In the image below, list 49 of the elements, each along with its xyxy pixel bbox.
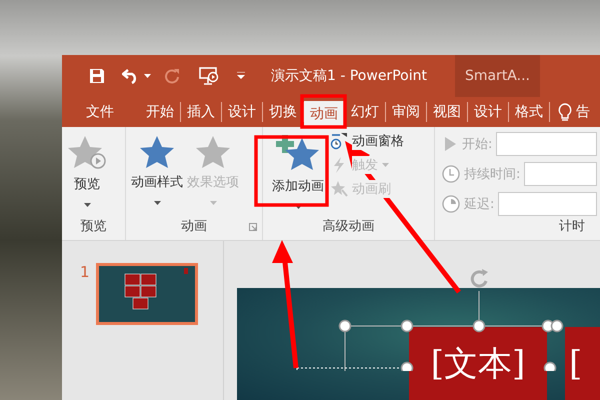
resize-handle[interactable] <box>400 320 414 332</box>
highlight-box <box>300 94 347 129</box>
resize-handle[interactable] <box>472 320 486 332</box>
tell-me-field[interactable]: 告 <box>576 103 590 121</box>
clock-icon <box>442 165 460 183</box>
resize-handle[interactable] <box>550 320 564 332</box>
group-label: 高级动画 <box>322 218 376 236</box>
ribbon-tab[interactable]: 切换 <box>263 99 303 125</box>
window-title: 演示文稿1 - PowerPoint <box>271 67 427 85</box>
ribbon-tab[interactable]: 格式 <box>509 99 549 125</box>
play-icon <box>442 136 458 152</box>
ribbon-tab[interactable]: 幻灯 <box>345 99 385 125</box>
presentation-icon[interactable] <box>199 67 219 85</box>
field-label: 开始: <box>462 136 492 153</box>
add-animation-button[interactable]: 添加动画 <box>270 131 326 217</box>
ribbon-tab[interactable]: 设计 <box>468 99 508 125</box>
field-label: 持续时间: <box>464 166 520 183</box>
star-icon <box>139 135 175 169</box>
ribbon-tab[interactable]: 设计 <box>222 99 262 125</box>
ribbon-tab[interactable]: 审阅 <box>386 99 426 125</box>
text-box[interactable]: [文本] <box>409 327 547 400</box>
group-label: 动画 <box>181 218 207 236</box>
preview-button[interactable]: 预览 <box>65 131 109 217</box>
star-brush-icon <box>330 180 348 198</box>
ribbon-tab[interactable]: 插入 <box>181 99 221 125</box>
text-box[interactable]: [ <box>565 327 600 400</box>
resize-handle[interactable] <box>400 362 414 371</box>
ribbon-tab[interactable]: 视图 <box>427 99 467 125</box>
context-tab[interactable]: SmartA... <box>454 55 540 97</box>
ribbon-tab[interactable]: 动画 <box>304 101 344 127</box>
slide-number: 1 <box>80 263 90 281</box>
star-plus-icon <box>276 135 320 173</box>
customize-caret-icon[interactable] <box>237 72 245 80</box>
clock-icon <box>442 195 460 213</box>
rotate-handle-icon[interactable] <box>470 269 488 288</box>
ribbon-button[interactable]: 动画样式 <box>129 131 185 217</box>
star-icon <box>195 135 231 169</box>
pane-clock-icon <box>330 132 348 150</box>
star-play-icon <box>67 135 107 171</box>
save-icon[interactable] <box>89 68 105 84</box>
resize-handle[interactable] <box>544 362 556 371</box>
caret-icon[interactable] <box>144 74 151 78</box>
field-label: 延迟: <box>464 196 494 213</box>
ribbon-tab[interactable]: 文件 <box>80 99 120 125</box>
group-label: 计时 <box>558 218 586 236</box>
group-label: 预览 <box>80 218 108 236</box>
ribbon-tab[interactable]: 开始 <box>140 99 180 125</box>
lightbulb-icon[interactable] <box>558 103 572 121</box>
resize-handle[interactable] <box>338 320 352 332</box>
